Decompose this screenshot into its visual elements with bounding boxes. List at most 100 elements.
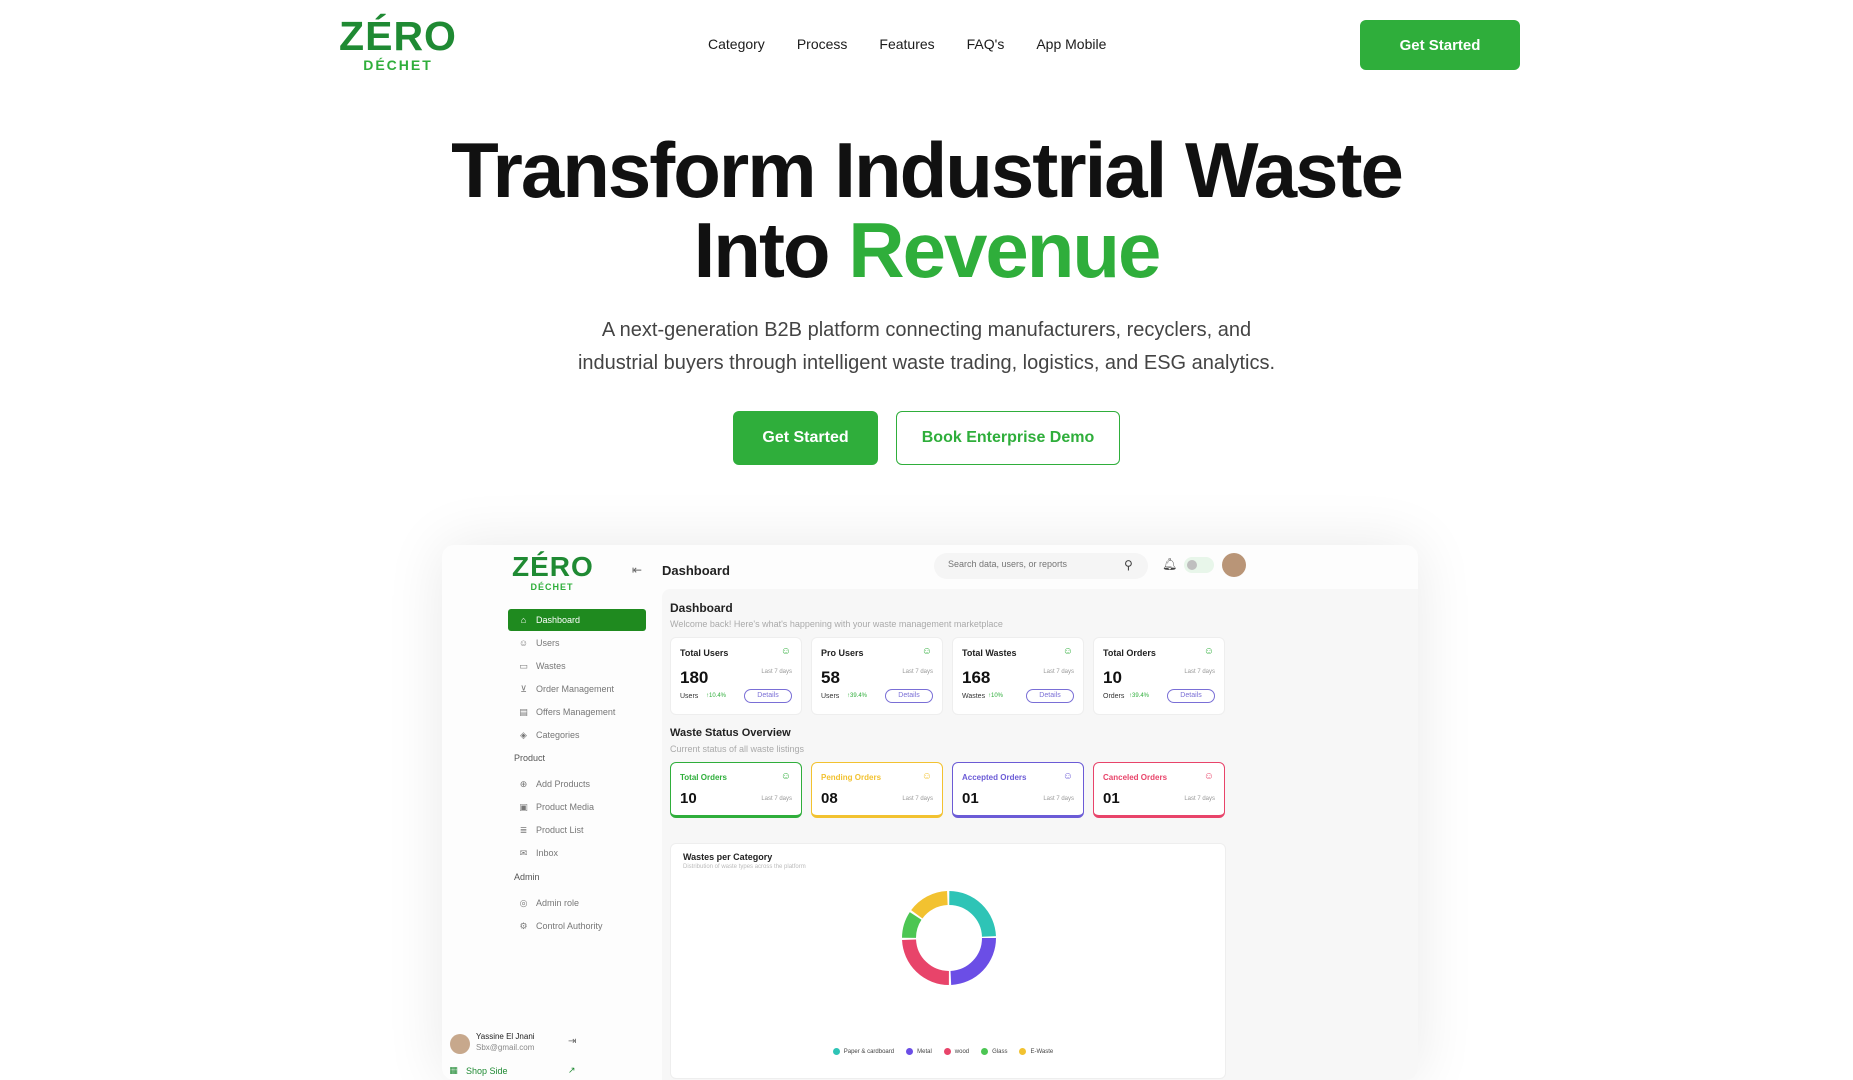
legend-item: Metal [906,1048,932,1055]
sidebar-item-dashboard[interactable]: ⌂ Dashboard [508,609,646,631]
sidebar-item-label: Product List [536,825,584,835]
sidebar-item-label: Offers Management [536,707,616,717]
stat-card-total-users: Total Users ☺ 180 Last 7 days Users ↑10.… [670,637,802,715]
stat-card-value: 168 [962,668,991,687]
nav-get-started-button[interactable]: Get Started [1360,20,1520,70]
donut-chart [902,891,996,985]
sidebar-item-users[interactable]: ☺ Users [508,632,646,654]
details-button[interactable]: Details [1167,689,1215,703]
profile-avatar[interactable] [1222,553,1246,577]
users-icon: ☺ [780,771,791,782]
sidebar-item-label: Dashboard [536,615,581,625]
sidebar-item-label: Wastes [536,661,566,671]
nav-link-faqs[interactable]: FAQ's [967,36,1005,52]
details-button[interactable]: Details [744,689,792,703]
topbar-title: Dashboard [662,563,730,578]
sidebar-item-wastes[interactable]: ▭ Wastes [508,655,646,677]
chart-subtitle: Distribution of waste types across the p… [683,864,806,870]
hero-title-line2-plain: Into [693,206,849,294]
categories-icon: ◈ [520,729,527,740]
stat-card-total-wastes: Total Wastes ☺ 168 Last 7 days Wastes ↑1… [952,637,1084,715]
legend-label: Glass [992,1048,1008,1055]
cart-icon: ⊻ [520,683,527,694]
stat-card-unit: Wastes [962,693,986,700]
nav-link-process[interactable]: Process [797,36,848,52]
hero-subtitle: A next-generation B2B platform connectin… [0,314,1853,380]
user-name: Yassine El Jnani [476,1032,535,1041]
stat-card-change-value: 39.4% [850,693,868,699]
sidebar-item-order-management[interactable]: ⊻ Order Management [508,678,646,700]
users-icon: ☺ [780,646,791,657]
bell-icon[interactable]: 🔔︎ [1162,557,1177,571]
sidebar-item-categories[interactable]: ◈ Categories [508,724,646,746]
legend-label: wood [954,1048,970,1055]
stat-card-value: 180 [680,668,709,687]
theme-toggle[interactable] [1184,557,1214,573]
users-icon: ☺ [1062,646,1073,657]
stat-card-period: Last 7 days [1184,669,1215,675]
stat-card-title: Total Orders [1103,648,1156,658]
admin-icon: ◎ [519,897,528,908]
legend-label: E-Waste [1030,1048,1054,1055]
shop-side-link[interactable]: ▦ Shop Side ↗ [448,1065,578,1076]
sidebar-item-product-list[interactable]: ≣ Product List [508,819,646,841]
nav-link-app-mobile[interactable]: App Mobile [1036,36,1106,52]
dashboard-main: Dashboard ⚲ 🔔︎ Dashboard Welcome back! H… [662,545,1418,1080]
nav-link-features[interactable]: Features [879,36,934,52]
sidebar-collapse-icon[interactable]: ⇤ [632,563,642,577]
users-icon: ☺ [1203,646,1214,657]
sidebar-item-label: Product Media [536,802,595,812]
shop-icon: ▦ [449,1065,458,1075]
sidebar-item-product-media[interactable]: ▣ Product Media [508,796,646,818]
status-card-pending-orders: Pending Orders ☺ 08 Last 7 days [811,762,943,818]
details-button[interactable]: Details [1026,689,1074,703]
details-button[interactable]: Details [885,689,933,703]
status-card-title: Accepted Orders [962,773,1027,782]
sidebar-item-label: Control Authority [536,921,603,931]
stat-card-value: 10 [1103,668,1122,687]
search-input[interactable] [948,559,1118,569]
sidebar-item-offers-management[interactable]: ▤ Offers Management [508,701,646,723]
status-card-accepted-orders: Accepted Orders ☺ 01 Last 7 days [952,762,1084,818]
stat-card-period: Last 7 days [1043,669,1074,675]
nav-link-category[interactable]: Category [708,36,765,52]
hero-title-line1: Transform Industrial Waste [451,126,1404,214]
users-icon: ☺ [921,771,932,782]
sidebar-item-add-products[interactable]: ⊕ Add Products [508,773,646,795]
search-icon[interactable]: ⚲ [1124,558,1133,572]
logout-icon[interactable]: ⇥ [568,1036,576,1047]
sidebar-item-admin-role[interactable]: ◎ Admin role [508,892,646,914]
logo-subtext: DÉCHET [363,57,433,73]
stat-card-change-value: 10% [991,693,1004,699]
status-card-period: Last 7 days [1043,796,1074,802]
stat-card-change: ↑39.4% [847,693,868,699]
sidebar-item-label: Categories [536,730,580,740]
stat-card-pro-users: Pro Users ☺ 58 Last 7 days Users ↑39.4% … [811,637,943,715]
users-icon: ☺ [921,646,932,657]
status-card-title: Canceled Orders [1103,773,1168,782]
sidebar-item-inbox[interactable]: ✉ Inbox [508,842,646,864]
logo-text: ZÉRO [339,13,457,59]
sidebar-user[interactable]: Yassine El Jnani Sbx@gmail.com ⇥ [448,1030,578,1058]
legend-dot [906,1048,914,1055]
nav-links: Category Process Features FAQ's App Mobi… [708,36,1138,52]
sidebar-item-label: Order Management [536,684,615,694]
stat-card-change-value: 10.4% [709,693,727,699]
status-card-period: Last 7 days [902,796,933,802]
book-demo-button[interactable]: Book Enterprise Demo [896,411,1120,465]
brand-logo[interactable]: ZÉRO DÉCHET [336,14,460,72]
users-icon: ☺ [1062,771,1073,782]
status-card-canceled-orders: Canceled Orders ☺ 01 Last 7 days [1093,762,1225,818]
page-subtitle: Welcome back! Here's what's happening wi… [670,619,1003,629]
dashboard-logo[interactable]: ZÉRO DÉCHET [512,552,593,593]
stat-card-change-value: 39.4% [1132,693,1150,699]
sidebar-item-control-authority[interactable]: ⚙ Control Authority [508,915,646,937]
users-icon: ☺ [518,638,529,648]
status-card-value: 08 [821,790,838,807]
stat-card-change: ↑10.4% [706,693,727,699]
wastes-per-category-chart: Wastes per Category Distribution of wast… [670,843,1226,1079]
sidebar-item-label: Admin role [536,898,580,908]
hero-get-started-button[interactable]: Get Started [733,411,878,465]
status-card-period: Last 7 days [1184,796,1215,802]
dashboard-preview: ZÉRO DÉCHET ⇤ ⌂ Dashboard ☺ Users ▭ Wast… [442,545,1418,1080]
